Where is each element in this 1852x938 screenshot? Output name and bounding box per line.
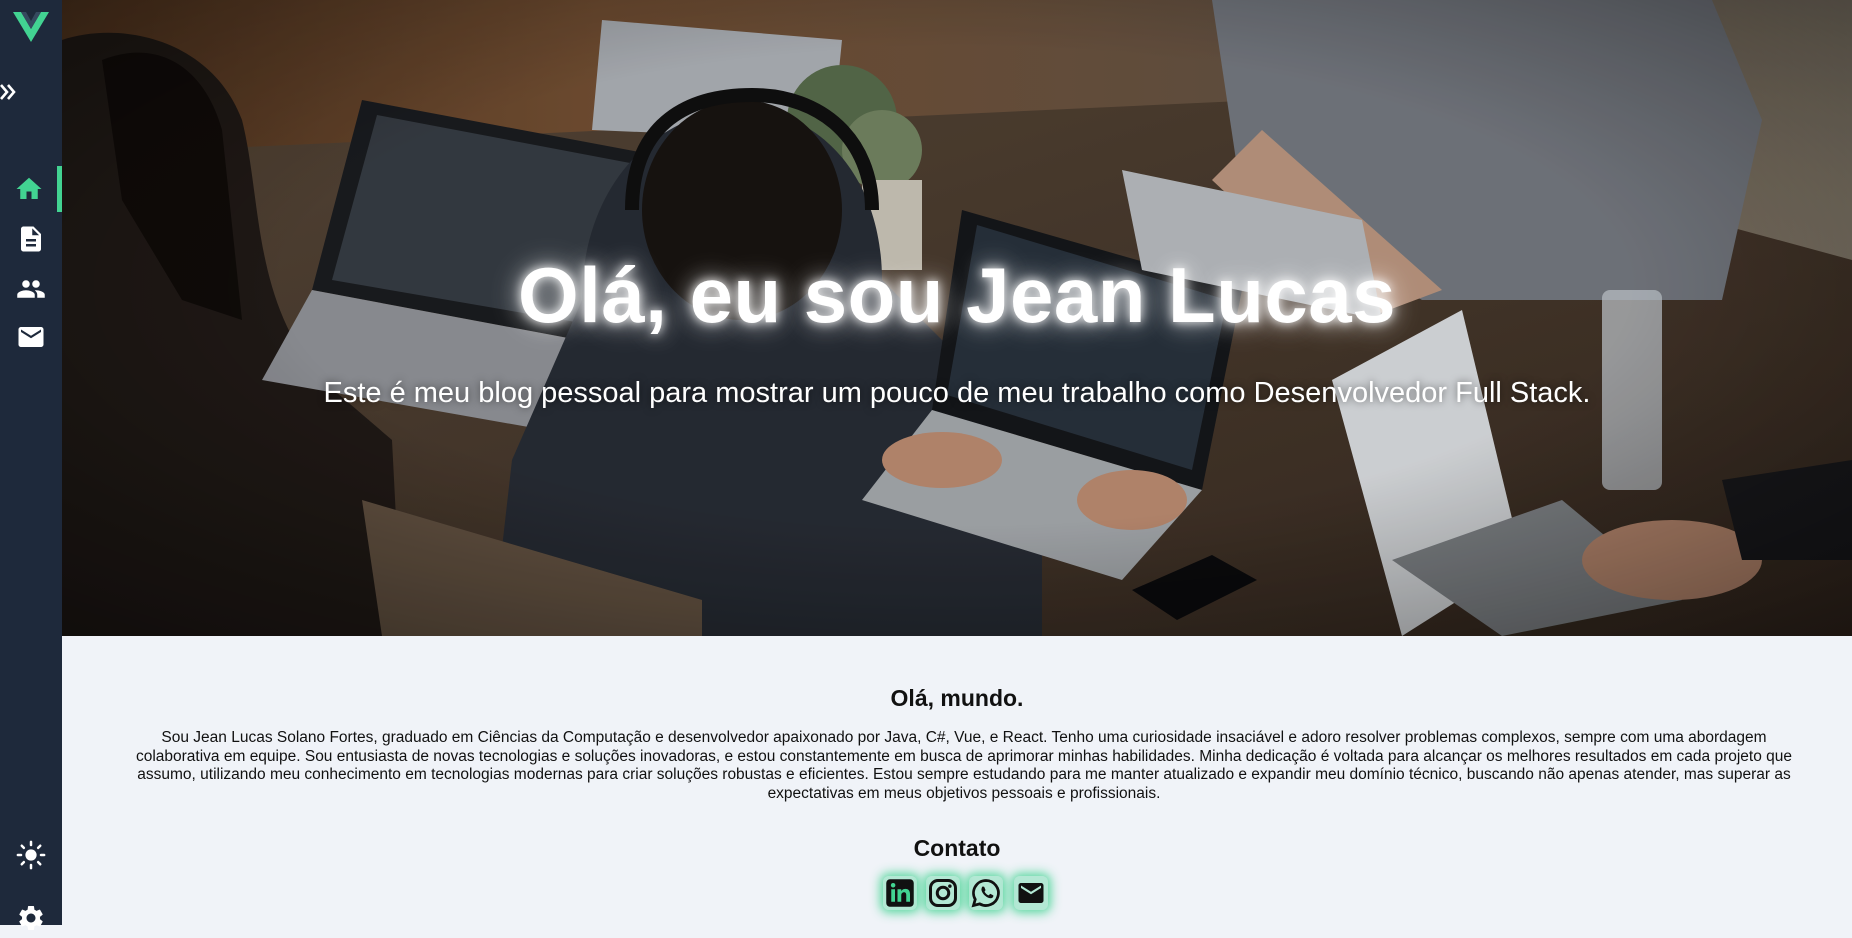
sidebar (0, 0, 62, 930)
sidebar-item-mail[interactable] (0, 314, 62, 360)
people-icon (17, 280, 45, 298)
contact-heading: Contato (913, 835, 1001, 861)
whatsapp-icon (971, 879, 1000, 908)
instagram-icon (929, 879, 957, 907)
sidebar-item-people[interactable] (0, 266, 62, 312)
sun-icon (16, 840, 46, 870)
about-heading: Olá, mundo. (890, 685, 1024, 711)
about-text: Sou Jean Lucas Solano Fortes, graduado e… (135, 729, 1793, 802)
whatsapp-link[interactable] (969, 876, 1003, 910)
vue-logo-icon[interactable] (13, 12, 49, 42)
instagram-link[interactable] (926, 876, 960, 910)
sidebar-item-home[interactable] (0, 166, 62, 212)
document-icon (21, 226, 41, 252)
mail-icon (1018, 883, 1044, 903)
email-link[interactable] (1014, 876, 1048, 910)
gear-icon (19, 906, 43, 930)
hero-subtitle: Este é meu blog pessoal para mostrar um … (323, 377, 1591, 409)
double-chevron-right-icon[interactable] (0, 82, 18, 102)
theme-toggle-button[interactable] (0, 835, 62, 875)
mail-icon (18, 327, 44, 347)
sidebar-item-documents[interactable] (0, 216, 62, 262)
linkedin-link[interactable] (883, 876, 917, 910)
home-icon (16, 177, 41, 199)
hero-title: Olá, eu sou Jean Lucas (518, 251, 1396, 339)
hero-banner: Olá, eu sou Jean Lucas Este é meu blog p… (62, 0, 1852, 636)
linkedin-icon (886, 879, 914, 907)
settings-button[interactable] (0, 898, 62, 938)
